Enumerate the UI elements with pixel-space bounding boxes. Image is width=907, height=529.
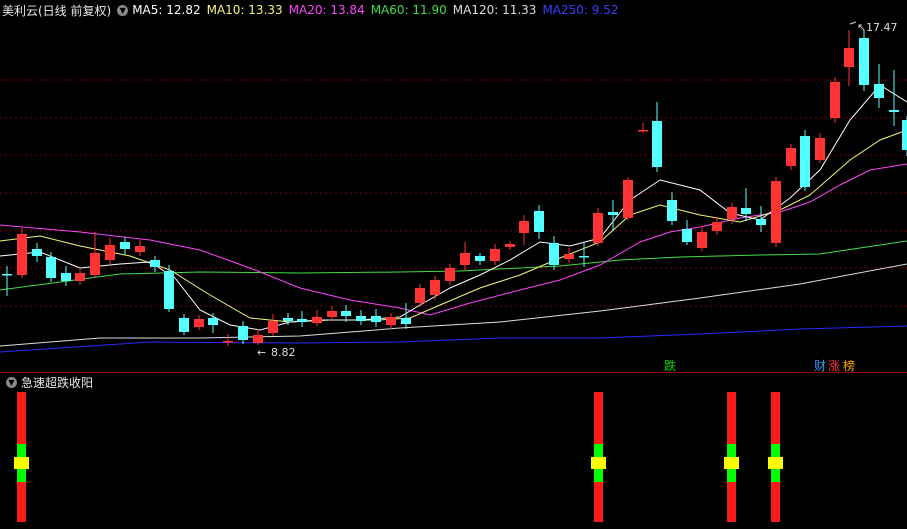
candle <box>593 208 603 246</box>
candle <box>505 241 515 250</box>
panel-separator <box>0 372 907 373</box>
moving-average-lines <box>0 84 907 353</box>
ma-legend-item: MA60: 11.90 <box>370 3 447 17</box>
candle <box>312 310 322 326</box>
candle <box>682 220 692 245</box>
indicator-toggle-icon[interactable]: ▼ <box>6 376 17 388</box>
candle <box>32 243 42 262</box>
candle <box>297 311 307 327</box>
candle <box>150 256 160 272</box>
candle <box>386 313 396 329</box>
candle <box>90 232 100 278</box>
candle <box>697 226 707 251</box>
candle <box>830 77 840 123</box>
ma-line <box>0 163 907 316</box>
ma-legend-item: MA20: 13.84 <box>288 3 365 17</box>
indicator-header: ▼ 急速超跌收阳 <box>0 374 93 390</box>
high-price-label: 17.47 <box>866 21 898 34</box>
candle <box>844 30 854 86</box>
candle <box>253 329 263 345</box>
ma-legend-item: MA10: 13.33 <box>206 3 283 17</box>
low-marker: ← 8.82 <box>257 346 296 359</box>
svg-text:←: ← <box>257 346 266 359</box>
candle <box>268 314 278 336</box>
ma-legend-item: MA250: 9.52 <box>542 3 619 17</box>
candle <box>135 240 145 256</box>
candle <box>430 276 440 300</box>
candle <box>164 265 174 312</box>
candle <box>815 133 825 163</box>
signal-bar <box>591 392 606 522</box>
signal-bars <box>14 392 783 522</box>
ma-line <box>0 84 907 331</box>
candle <box>120 237 130 255</box>
candle <box>75 268 85 285</box>
candle <box>356 310 366 325</box>
candle <box>902 116 907 156</box>
candle <box>223 334 233 346</box>
candle <box>179 314 189 335</box>
candle <box>771 177 781 247</box>
candle <box>638 123 648 133</box>
stock-title: 美利云(日线 前复权) <box>2 3 112 18</box>
candle <box>475 253 485 265</box>
svg-text:↖: ↖ <box>857 21 866 34</box>
candle <box>667 192 677 225</box>
candle <box>105 238 115 265</box>
candlestick-chart[interactable]: 17.47 ↖ ← 8.82 <box>0 20 907 372</box>
candle <box>341 305 351 322</box>
candle <box>445 264 455 285</box>
chart-header: 美利云(日线 前复权) ▼ MA5: 12.82 MA10: 13.33 MA20:… <box>0 0 907 20</box>
candle <box>371 309 381 327</box>
ma-legend-item: MA5: 12.82 <box>132 3 201 17</box>
candle <box>549 236 559 270</box>
candle <box>194 315 204 330</box>
ma-line <box>0 129 907 323</box>
indicator-chart[interactable] <box>0 390 907 529</box>
candle <box>490 244 500 265</box>
candle <box>712 217 722 235</box>
indicator-title: 急速超跌收阳 <box>21 375 94 390</box>
candle <box>327 306 337 321</box>
candle <box>519 215 529 245</box>
candle <box>460 242 470 270</box>
high-marker: 17.47 ↖ <box>849 21 898 34</box>
candle <box>208 313 218 333</box>
ma-legend: MA5: 12.82 MA10: 13.33 MA20: 13.84 MA60: 11… <box>132 3 624 17</box>
candle <box>534 205 544 239</box>
ma-line <box>0 325 907 353</box>
candle <box>2 266 12 296</box>
low-price-label: 8.82 <box>271 346 296 359</box>
candle <box>17 228 27 278</box>
candle <box>564 248 574 263</box>
ma-toggle-icon[interactable]: ▼ <box>117 4 129 16</box>
candle <box>652 102 662 172</box>
signal-bar <box>14 392 29 522</box>
ma-legend-item: MA120: 11.33 <box>452 3 537 17</box>
candle <box>874 64 884 108</box>
candle <box>859 30 869 91</box>
candle <box>61 266 71 286</box>
signal-bar <box>724 392 739 522</box>
signal-bar <box>768 392 783 522</box>
candle <box>756 206 766 232</box>
candle <box>800 130 810 191</box>
candle <box>46 252 56 282</box>
candle <box>786 144 796 170</box>
candle <box>623 177 633 220</box>
candle <box>238 321 248 344</box>
